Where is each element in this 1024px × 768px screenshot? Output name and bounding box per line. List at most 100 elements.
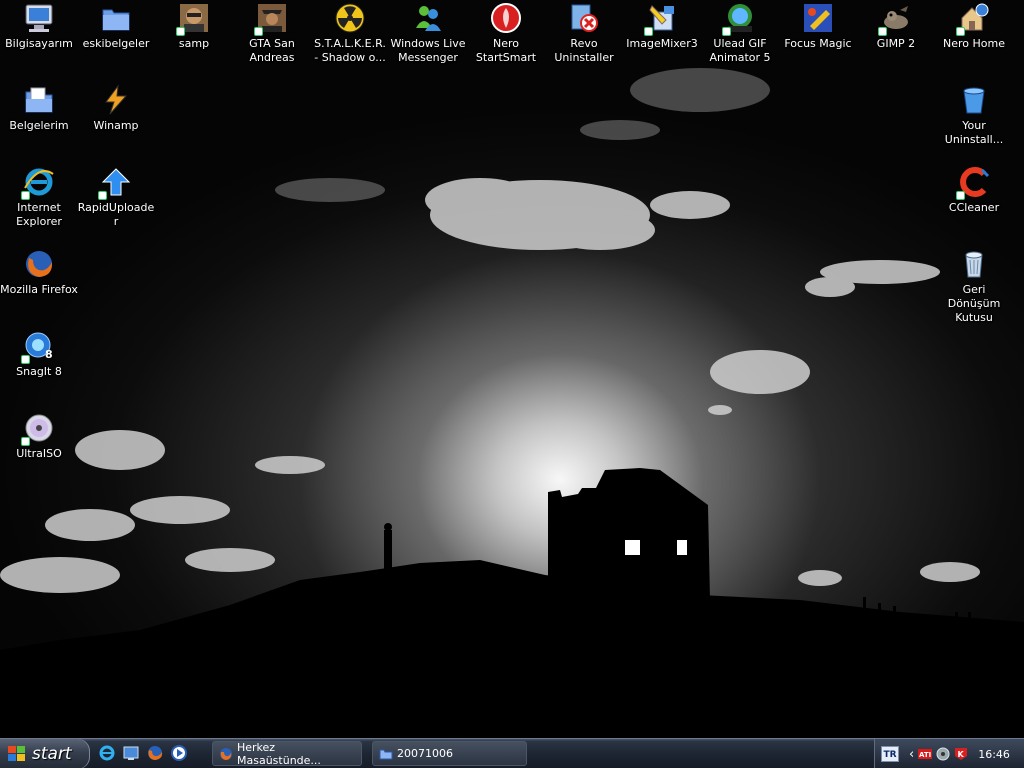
shortcut-arrow-icon	[254, 27, 263, 36]
desktop-icon-label: eskibelgeler	[82, 37, 150, 50]
gta-icon	[254, 2, 288, 36]
computer-icon	[23, 2, 55, 34]
shortcut-arrow-icon	[21, 437, 30, 446]
desktop-icon-eskibelgeler[interactable]: eskibelgeler	[77, 2, 155, 51]
show-desktop-icon[interactable]	[122, 744, 140, 762]
shortcut-arrow-icon	[21, 191, 30, 200]
samp-icon	[176, 2, 210, 36]
shortcut-arrow-icon	[956, 27, 965, 36]
desktop-icon-snagit-8[interactable]: 8 SnagIt 8	[0, 330, 78, 379]
desktop-icon-label: S.T.A.L.K.E.R. - Shadow o...	[314, 37, 386, 64]
desktop-icon-label: GIMP 2	[876, 37, 916, 50]
firefox-icon	[220, 747, 232, 760]
svg-text:ATI: ATI	[919, 751, 931, 759]
desktop-icon-ccleaner[interactable]: CCleaner	[935, 166, 1013, 215]
imagemixer-icon	[644, 2, 678, 36]
desktop-icon-winamp[interactable]: Winamp	[77, 84, 155, 133]
desktop-icon-label: RapidUploader	[77, 201, 155, 228]
windows-logo-icon	[8, 746, 26, 762]
desktop-icon-label: Geri Dönüşüm Kutusu	[947, 283, 1001, 324]
desktop-icon-label: Revo Uninstaller	[554, 37, 614, 64]
ie-icon	[21, 166, 55, 200]
desktop-icon-your-uninstaller[interactable]: Your Uninstall...	[935, 84, 1013, 147]
desktop-icon-nero-home[interactable]: Nero Home	[935, 2, 1013, 51]
documents-folder-icon	[23, 84, 55, 116]
nero-home-icon	[956, 2, 990, 36]
desktop-icon-label: Nero StartSmart	[475, 37, 537, 64]
task-label: 20071006	[397, 747, 453, 760]
desktop-icon-ulead-gif-animator[interactable]: Ulead GIF Animator 5	[701, 2, 779, 65]
disc-icon	[21, 412, 55, 446]
desktop-icon-imagemixer3[interactable]: ImageMixer3	[623, 2, 701, 51]
messenger-icon	[412, 2, 444, 34]
desktop-icon-label: Belgelerim	[9, 119, 69, 132]
desktop-icon-gimp-2[interactable]: GIMP 2	[857, 2, 935, 51]
desktop-icon-rapiduploader[interactable]: RapidUploader	[77, 166, 155, 229]
desktop-icon-label: CCleaner	[948, 201, 1000, 214]
desktop-icon-label: UltraISO	[16, 447, 62, 460]
shortcut-arrow-icon	[21, 355, 30, 364]
desktop-icon-focus-magic[interactable]: Focus Magic	[779, 2, 857, 51]
task-button-firefox[interactable]: Herkez Masaüstünde...	[212, 741, 362, 767]
start-button[interactable]: start	[0, 739, 90, 768]
gimp-icon	[878, 2, 912, 36]
desktop-icon-recycle-bin[interactable]: Geri Dönüşüm Kutusu	[935, 248, 1013, 325]
desktop-icon-nero-startsmart[interactable]: Nero StartSmart	[467, 2, 545, 65]
desktop-icon-label: Ulead GIF Animator 5	[709, 37, 771, 64]
desktop-icon-label: samp	[178, 37, 210, 50]
desktop-icon-bilgisayarim[interactable]: Bilgisayarım	[0, 2, 78, 51]
volume-icon[interactable]	[936, 747, 950, 761]
desktop-icon-label: Your Uninstall...	[944, 119, 1004, 146]
desktop-icon-revo-uninstaller[interactable]: Revo Uninstaller	[545, 2, 623, 65]
desktop-icon-mozilla-firefox[interactable]: Mozilla Firefox	[0, 248, 78, 297]
desktop-icon-label: Nero Home	[943, 37, 1005, 50]
svg-text:8: 8	[45, 348, 53, 361]
firefox-icon	[23, 248, 55, 280]
upload-arrow-icon	[98, 166, 132, 200]
quick-launch	[98, 744, 188, 762]
shortcut-arrow-icon	[176, 27, 185, 36]
desktop-icon-label: Winamp	[93, 119, 139, 132]
shortcut-arrow-icon	[644, 27, 653, 36]
desktop-icon-label: Bilgisayarım	[5, 37, 73, 50]
language-indicator[interactable]: TR	[881, 746, 899, 762]
shortcut-arrow-icon	[722, 27, 731, 36]
revo-icon	[568, 2, 600, 34]
desktop-icon-label: Mozilla Firefox	[0, 283, 78, 296]
desktop-icon-label: ImageMixer3	[626, 37, 698, 50]
trash-icon	[958, 84, 990, 116]
shortcut-arrow-icon	[956, 191, 965, 200]
quick-launch-ie-icon[interactable]	[98, 744, 116, 762]
shortcut-arrow-icon	[98, 191, 107, 200]
desktop-icon-gta-san-andreas[interactable]: GTA San Andreas	[233, 2, 311, 65]
folder-icon	[379, 749, 393, 759]
desktop-icon-samp[interactable]: samp	[155, 2, 233, 51]
show-hidden-icons-chevron-icon[interactable]: ‹	[909, 747, 914, 762]
desktop-icon-belgelerim[interactable]: Belgelerim	[0, 84, 78, 133]
start-label: start	[32, 744, 72, 764]
snagit-icon: 8	[21, 330, 55, 364]
desktop-icon-stalker[interactable]: S.T.A.L.K.E.R. - Shadow o...	[311, 2, 389, 65]
desktop-icon-label: SnagIt 8	[16, 365, 62, 378]
system-tray: TR ‹ ATI K 16:46	[874, 739, 1024, 768]
recycle-bin-icon	[958, 248, 990, 280]
quick-launch-firefox-icon[interactable]	[146, 744, 164, 762]
desktop-icon-label: Focus Magic	[784, 37, 852, 50]
clock[interactable]: 16:46	[978, 748, 1010, 761]
winamp-icon	[100, 84, 132, 116]
desktop-icon-windows-live-messenger[interactable]: Windows Live Messenger	[389, 2, 467, 65]
kaspersky-icon[interactable]: K	[954, 747, 968, 761]
ulead-icon	[722, 2, 756, 36]
ati-icon[interactable]: ATI	[918, 747, 933, 761]
svg-text:K: K	[958, 750, 965, 759]
folder-icon	[100, 2, 132, 34]
desktop-icon-label: GTA San Andreas	[249, 37, 295, 64]
task-button-folder[interactable]: 20071006	[372, 741, 527, 766]
media-player-icon[interactable]	[170, 744, 188, 762]
radiation-icon	[334, 2, 366, 34]
ccleaner-icon	[956, 166, 990, 200]
desktop-icon-ultraiso[interactable]: UltraISO	[0, 412, 78, 461]
desktop-icon-label: Internet Explorer	[16, 201, 62, 228]
desktop-icon-label: Windows Live Messenger	[390, 37, 466, 64]
desktop-icon-internet-explorer[interactable]: Internet Explorer	[0, 166, 78, 229]
